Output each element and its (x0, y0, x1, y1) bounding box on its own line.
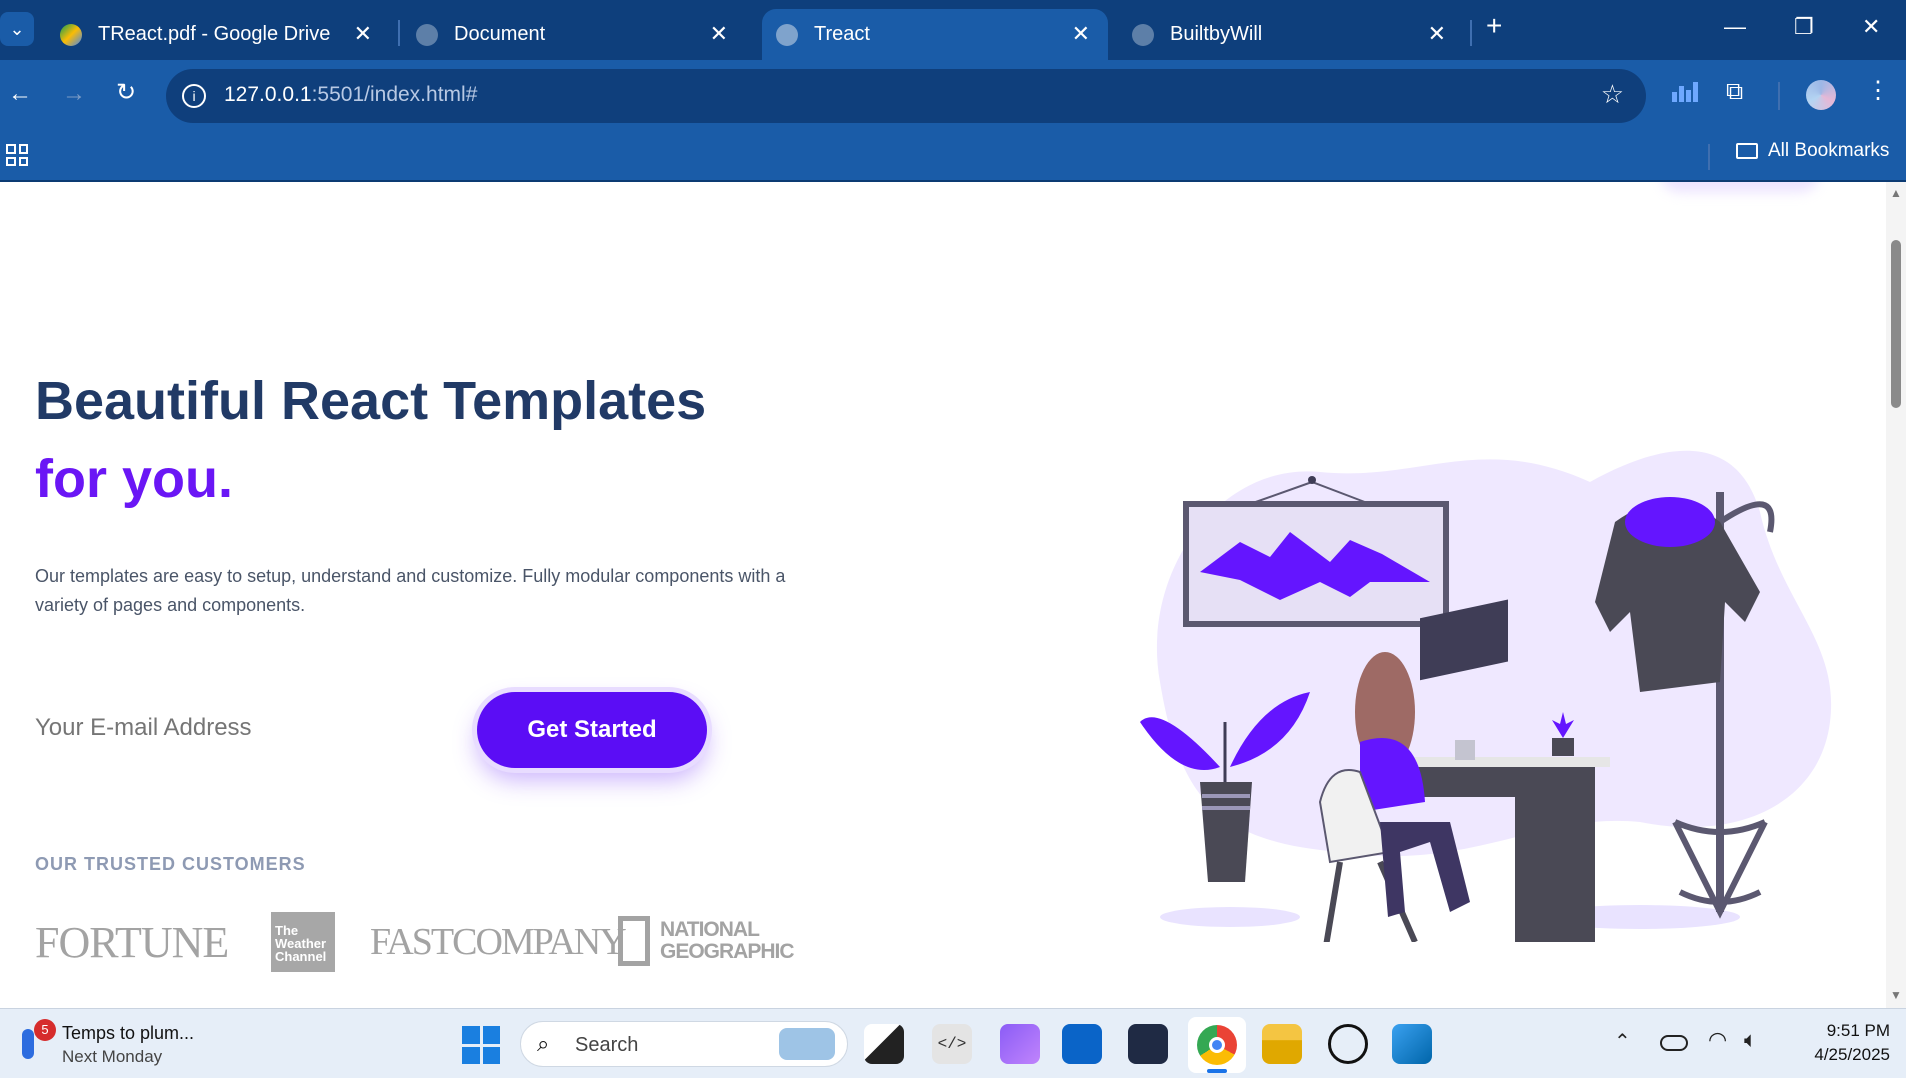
clock-date: 4/25/2025 (1814, 1045, 1890, 1064)
apps-grid-icon[interactable] (6, 144, 28, 166)
all-bookmarks-button[interactable]: All Bookmarks (1736, 140, 1889, 162)
all-bookmarks-label: All Bookmarks (1768, 140, 1890, 161)
search-placeholder: Search (575, 1034, 639, 1056)
hero-description: Our templates are easy to setup, underst… (35, 566, 786, 615)
tab-label: BuiltbyWill (1170, 23, 1263, 45)
terminal-icon[interactable] (1128, 1024, 1168, 1064)
toolbar: ← → ↻ i 127.0.0.1:5501/index.html# ☆ ⧉ ⋮ (0, 60, 1906, 132)
clock-time: 9:51 PM (1826, 1021, 1890, 1040)
page-content: Beautiful React Templates for you. Our t… (0, 182, 1886, 1008)
taskbar: 5 Temps to plum... Next Monday ⌕ Search … (0, 1008, 1906, 1078)
extensions-icon[interactable]: ⧉ (1726, 78, 1743, 106)
vscode-icon[interactable] (1392, 1024, 1432, 1064)
url-host: 127.0.0.1 (224, 83, 312, 106)
national-geographic-logo: NATIONAL GEOGRAPHIC (618, 916, 800, 966)
tab-strip: ⌄ TReact.pdf - Google Drive ✕ Document ✕… (0, 0, 1906, 60)
hero-title: Beautiful React Templates (35, 371, 707, 431)
restore-button[interactable]: ❐ (1794, 14, 1814, 40)
menu-kebab-icon[interactable]: ⋮ (1866, 76, 1890, 105)
weather-channel-text: The Weather Channel (275, 923, 327, 964)
trusted-customers-heading: OUR TRUSTED CUSTOMERS (35, 854, 306, 874)
google-drive-icon (60, 23, 82, 46)
site-info-icon[interactable]: i (182, 84, 206, 108)
toolbar-divider (1778, 82, 1780, 110)
url-path: :5501/index.html# (311, 83, 478, 106)
active-indicator (1207, 1069, 1227, 1073)
forward-icon[interactable]: → (62, 80, 86, 108)
hero-illustration (1140, 450, 1832, 942)
chatgpt-icon[interactable] (1328, 1024, 1368, 1064)
tab-document[interactable]: Document ✕ (406, 9, 746, 60)
bookmarks-divider (1708, 144, 1710, 170)
nat-geo-frame-icon (618, 916, 650, 966)
onedrive-icon[interactable] (1660, 1035, 1688, 1051)
clock[interactable]: 9:51 PM 4/25/2025 (1790, 1021, 1890, 1065)
extension-chart-icon[interactable] (1672, 80, 1700, 102)
globe-icon (1132, 23, 1154, 46)
folder-icon (1736, 143, 1758, 159)
scrollbar-thumb[interactable] (1891, 240, 1901, 408)
wifi-icon[interactable]: ◠ (1708, 1027, 1727, 1053)
search-highlight-art (779, 1028, 835, 1060)
tab-label: Treact (814, 23, 870, 45)
floor-shadow (1160, 907, 1300, 927)
weather-widget[interactable]: 5 Temps to plum... Next Monday (18, 1019, 218, 1069)
weather-title: Temps to plum... (62, 1023, 195, 1043)
outlook-icon[interactable] (1062, 1024, 1102, 1064)
back-icon[interactable]: ← (8, 80, 32, 108)
start-button[interactable] (462, 1026, 500, 1064)
fast-company-logo: FASTCOMPANY (370, 921, 627, 963)
desk-top (1400, 757, 1610, 767)
fortune-logo: FORTUNE (35, 918, 229, 967)
weather-badge: 5 (34, 1019, 56, 1041)
tab-label: Document (454, 23, 546, 45)
tab-builtbywill[interactable]: BuiltbyWill ✕ (1118, 9, 1464, 60)
plant-small-pot (1552, 738, 1574, 756)
chrome-taskbar-button[interactable] (1188, 1017, 1246, 1073)
weather-subtitle: Next Monday (62, 1047, 163, 1066)
scroll-down-arrow[interactable]: ▼ (1890, 988, 1902, 1002)
file-explorer-icon[interactable] (1262, 1024, 1302, 1064)
close-icon[interactable]: ✕ (710, 21, 728, 47)
taskbar-search[interactable]: ⌕ Search (520, 1021, 848, 1067)
reload-icon[interactable]: ↻ (116, 78, 136, 107)
weather-channel-logo: The Weather Channel (271, 912, 335, 972)
address-bar[interactable]: i 127.0.0.1:5501/index.html# ☆ (166, 69, 1646, 123)
tab-separator (398, 20, 400, 46)
search-icon: ⌕ (537, 1031, 550, 1056)
mail-app-icon[interactable] (1000, 1024, 1040, 1064)
tab-treact[interactable]: Treact ✕ (762, 9, 1108, 60)
page-scrollbar[interactable]: ▲ ▼ (1886, 182, 1906, 1008)
tab-separator (1470, 20, 1472, 46)
hero-title-accent: for you. (35, 449, 233, 509)
email-input[interactable] (35, 714, 435, 742)
close-icon[interactable]: ✕ (1072, 21, 1090, 47)
nav-glow (1660, 182, 1820, 192)
url-text[interactable]: 127.0.0.1:5501/index.html# (224, 83, 477, 107)
tab-label: TReact.pdf - Google Drive (98, 23, 331, 45)
close-icon[interactable]: ✕ (354, 21, 372, 47)
bookmark-star-icon[interactable]: ☆ (1601, 79, 1624, 110)
tab-search-button[interactable]: ⌄ (0, 12, 34, 46)
thermometer-icon (22, 1029, 34, 1059)
profile-avatar[interactable] (1806, 80, 1836, 110)
volume-icon[interactable]: 🔈︎ (1744, 1027, 1757, 1053)
close-icon[interactable]: ✕ (1428, 21, 1446, 47)
bookmarks-bar: All Bookmarks (0, 132, 1906, 182)
new-tab-button[interactable]: + (1486, 10, 1502, 42)
task-view-icon[interactable] (864, 1024, 904, 1064)
globe-icon (416, 23, 438, 46)
get-started-button[interactable]: Get Started (477, 692, 707, 768)
tab-google-drive[interactable]: TReact.pdf - Google Drive ✕ (40, 9, 390, 60)
globe-icon (776, 23, 798, 46)
close-window-button[interactable]: ✕ (1862, 14, 1880, 40)
nat-geo-text: NATIONAL GEOGRAPHIC (660, 918, 795, 963)
coat-hood-fur (1625, 497, 1715, 547)
desk-drawers (1515, 767, 1595, 942)
minimize-button[interactable]: — (1724, 14, 1746, 40)
dev-tools-icon[interactable]: </> (932, 1024, 972, 1064)
tray-overflow-icon[interactable]: ⌃ (1614, 1029, 1631, 1054)
scroll-up-arrow[interactable]: ▲ (1890, 186, 1902, 200)
browser-chrome: ⌄ TReact.pdf - Google Drive ✕ Document ✕… (0, 0, 1906, 182)
